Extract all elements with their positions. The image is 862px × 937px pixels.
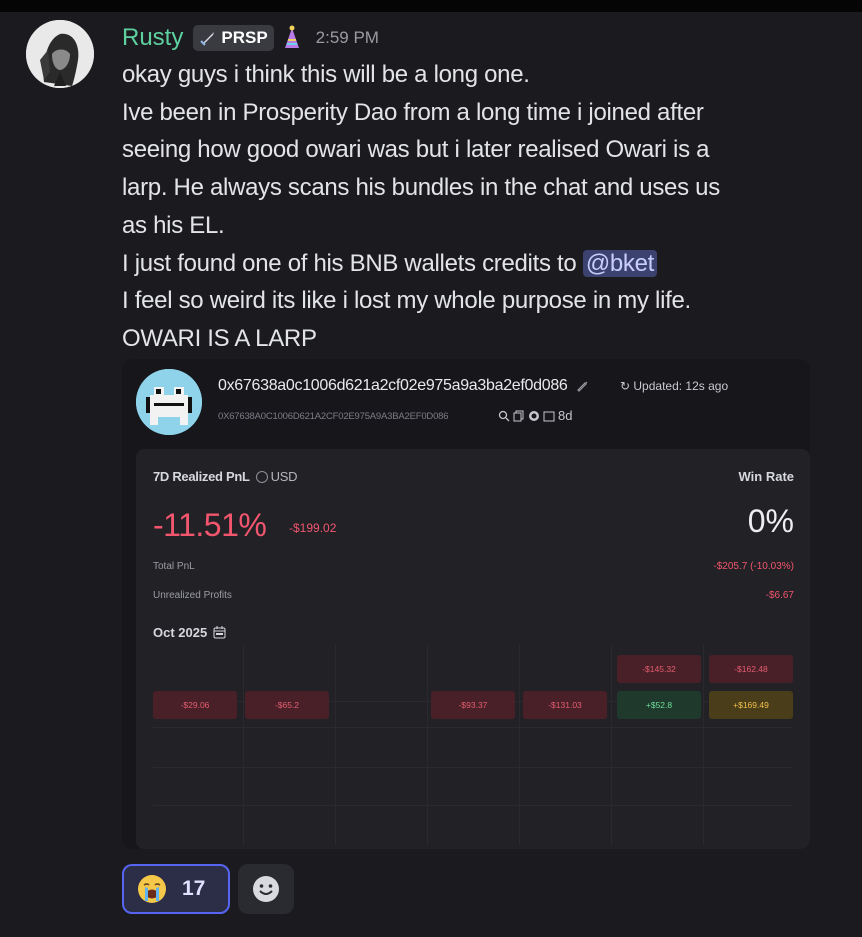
party-hat-icon [284,25,299,48]
message-content: okay guys i think this will be a long on… [122,56,822,358]
grid-line [153,805,793,806]
message-line: I feel so weird its like i lost my whole… [122,287,691,315]
pnl-panel: 7D Realized PnL USD Win Rate -11.51% -$1… [136,449,810,849]
user-mention[interactable]: @bket [582,249,658,277]
calendar-day-cell: +$52.8 [617,691,701,719]
unrealized-label: Unrealized Profits [153,590,232,601]
unrealized-value: -$6.67 [765,590,794,601]
grid-line [703,645,704,845]
winrate-label: Win Rate [738,469,795,484]
crying-face-icon [138,875,166,903]
calendar-day-cell: -$65.2 [245,691,329,719]
wallet-address-text: 0x67638a0c1006d621a2cf02e975a9a3ba2ef0d0… [218,377,568,394]
image-attachment[interactable]: 0x67638a0c1006d621a2cf02e975a9a3ba2ef0d0… [122,359,810,849]
pnl-usd: -$199.02 [289,521,337,535]
currency-label: USD [270,469,298,484]
grid-line [519,645,520,845]
message-line: seeing how good owari was but i later re… [122,136,710,164]
calendar-day-cell: -$162.48 [709,655,793,683]
wallet-avatar [136,369,202,435]
message-line: OWARI IS A LARP [122,324,317,352]
month-label: Oct 2025 [153,625,208,640]
server-tag-label: PRSP [221,28,268,47]
reaction-button[interactable]: 17 [122,864,230,914]
address-actions: 8d [498,408,572,423]
calendar-day-cell: -$145.32 [617,655,701,683]
updated-text: Updated: 12s ago [633,379,729,393]
add-reaction-button[interactable] [238,864,294,914]
currency-toggle[interactable]: USD [255,469,298,484]
reaction-count: 17 [182,877,206,900]
wallet-address-upper: 0X67638A0C1006D621A2CF02E975A9A3BA2EF0D0… [218,411,449,422]
sword-icon [200,32,215,46]
coin-icon [255,470,268,483]
calendar-month[interactable]: Oct 2025 [153,625,226,640]
calendar-day-cell: -$29.06 [153,691,237,719]
calendar-day-cell: -$131.03 [523,691,607,719]
grid-line [243,645,244,845]
wallet-age: 8d [558,408,573,423]
message-line: okay guys i think this will be a long on… [122,61,530,88]
avatar-image [26,20,94,88]
timestamp: 2:59 PM [315,28,379,47]
grid-line [335,645,336,845]
clock-icon [543,411,555,421]
updated-status: ↻ Updated: 12s ago [620,379,729,393]
message-line-text: I just found one of his BNB wallets cred… [122,249,583,277]
pnl-heading: 7D Realized PnL USD [153,469,297,484]
pencil-icon [576,381,588,393]
window-top-bar [0,0,862,12]
add-emoji-icon [253,876,279,902]
grid-line [611,645,612,845]
grid-line [153,767,793,768]
wallet-address: 0x67638a0c1006d621a2cf02e975a9a3ba2ef0d0… [218,377,589,395]
total-pnl-label: Total PnL [153,561,195,572]
username[interactable]: Rusty [122,24,183,52]
message-line: larp. He always scans his bundles in the… [122,174,720,202]
pnl-label: 7D Realized PnL [153,469,250,484]
message-line: Ive been in Prosperity Dao from a long t… [122,98,704,126]
message-line-with-mention: I just found one of his BNB wallets cred… [122,245,822,283]
pixel-frog-icon [136,369,202,435]
search-icon [498,410,510,421]
winrate-value: 0% [747,503,794,539]
pnl-calendar-grid: -$145.32 -$162.48 -$29.06 -$65.2 -$93.37… [153,645,793,845]
copy-icon [513,410,524,421]
server-tag[interactable]: PRSP [193,25,274,51]
calendar-icon [213,626,226,639]
total-pnl-value: -$205.7 (-10.03%) [713,561,794,572]
grid-line [427,645,428,845]
calendar-day-cell: -$93.37 [431,691,515,719]
message-line: as his EL. [122,211,225,239]
pnl-percent: -11.51% [153,507,267,543]
grid-line [153,727,793,728]
user-avatar[interactable] [26,20,94,88]
chain-icon [529,410,539,421]
calendar-day-cell: +$169.49 [709,691,793,719]
message-header: Rusty PRSP 2:59 PM [122,22,379,54]
